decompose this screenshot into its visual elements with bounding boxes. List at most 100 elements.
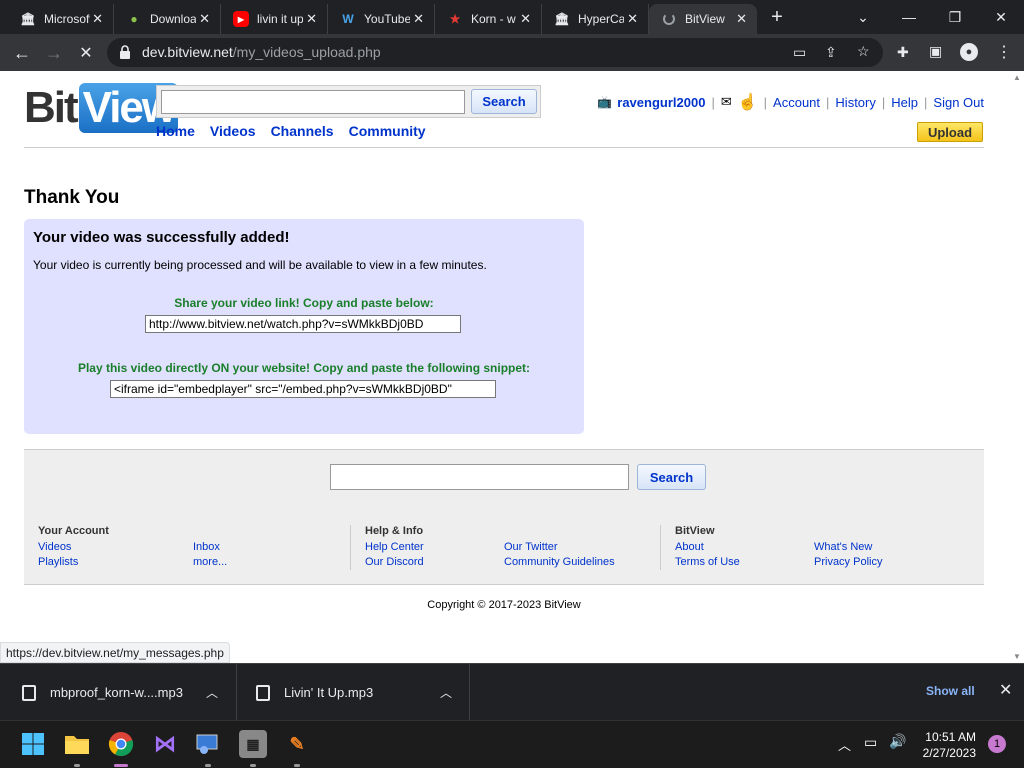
history-link[interactable]: History	[835, 95, 875, 110]
profile-avatar-icon[interactable]: ●	[960, 43, 978, 61]
url-text[interactable]: dev.bitview.net/my_videos_upload.php	[142, 44, 381, 60]
mail-icon[interactable]: ✉	[721, 94, 732, 110]
footer-search-button[interactable]: Search	[637, 464, 706, 490]
page-scrollbar[interactable]: ▲ ▼	[1011, 71, 1024, 663]
side-panel-icon[interactable]: ▣	[929, 43, 942, 60]
tab-download[interactable]: ● Download ✕	[114, 4, 221, 34]
chrome-icon[interactable]	[107, 730, 135, 758]
tab-microsoft[interactable]: 🏛 Microsoft ✕	[8, 4, 114, 34]
browser-tab-bar: 🏛 Microsoft ✕ ● Download ✕ ▶ livin it up…	[0, 0, 1024, 34]
footer-heading: Your Account	[38, 525, 109, 537]
close-icon[interactable]: ✕	[999, 680, 1012, 700]
search-button[interactable]: Search	[471, 89, 537, 114]
notification-badge[interactable]: 1	[988, 735, 1006, 753]
close-icon[interactable]: ✕	[627, 11, 638, 27]
footer-link-our-discord[interactable]: Our Discord	[365, 555, 424, 570]
stop-loading-icon[interactable]: ✕	[74, 41, 98, 65]
media-app-icon[interactable]: ✎	[283, 730, 311, 758]
close-icon[interactable]: ✕	[306, 11, 317, 27]
close-icon[interactable]: ✕	[199, 11, 210, 27]
help-link[interactable]: Help	[891, 95, 918, 110]
minimize-button[interactable]: —	[886, 0, 932, 34]
close-icon[interactable]: ✕	[736, 11, 747, 27]
tab-hypercam[interactable]: 🏛 HyperCam ✕	[542, 4, 649, 34]
volume-icon[interactable]: 🔊	[889, 733, 906, 750]
footer-link-our-twitter[interactable]: Our Twitter	[504, 540, 615, 555]
file-explorer-icon[interactable]	[63, 730, 91, 758]
taskbar-clock[interactable]: 10:51 AM 2/27/2023	[920, 729, 976, 761]
footer-link-about[interactable]: About	[675, 540, 740, 555]
remote-desktop-icon[interactable]	[194, 730, 222, 758]
tab-korn[interactable]: ★ Korn - w ✕	[435, 4, 542, 34]
new-tab-button[interactable]: +	[762, 0, 792, 34]
clock-date: 2/27/2023	[922, 746, 976, 760]
restore-button[interactable]: ❐	[932, 0, 978, 34]
window-close-button[interactable]: ✕	[978, 0, 1024, 34]
tab-youtube-livin[interactable]: ▶ livin it up ✕	[221, 4, 328, 34]
scroll-up-arrow-icon[interactable]: ▲	[1013, 73, 1021, 82]
footer-link-videos[interactable]: Videos	[38, 540, 109, 555]
footer-link-inbox[interactable]: Inbox	[193, 540, 227, 555]
menu-kebab-icon[interactable]: ⋮	[996, 42, 1012, 62]
username-link[interactable]: ravengurl2000	[617, 95, 705, 110]
tv-icon: 📺	[597, 95, 613, 109]
footer-link-playlists[interactable]: Playlists	[38, 555, 109, 570]
footer-link-more[interactable]: more...	[193, 555, 227, 570]
bookmark-star-icon[interactable]: ☆	[857, 43, 870, 60]
close-icon[interactable]: ✕	[413, 11, 424, 27]
footer: Search Your Account Videos Playlists Inb…	[24, 449, 984, 585]
windows-start-icon[interactable]	[19, 730, 47, 758]
bank-icon: 🏛	[554, 12, 570, 26]
running-indicator	[250, 764, 256, 767]
nav-home[interactable]: Home	[156, 123, 195, 139]
tab-youtube[interactable]: W YouTube ✕	[328, 4, 435, 34]
url-host: dev.bitview.net	[142, 44, 233, 60]
nav-channels[interactable]: Channels	[271, 123, 334, 139]
footer-link-terms[interactable]: Terms of Use	[675, 555, 740, 570]
close-icon[interactable]: ✕	[92, 11, 103, 27]
page-title: Thank You	[24, 187, 120, 208]
share-url-field[interactable]: http://www.bitview.net/watch.php?v=sWMkk…	[145, 315, 461, 333]
forward-arrow-icon[interactable]: →	[42, 41, 66, 65]
footer-link-community-guidelines[interactable]: Community Guidelines	[504, 555, 615, 570]
tab-search-icon[interactable]: ⌄	[840, 0, 886, 34]
network-icon[interactable]: ▭	[864, 734, 877, 751]
chevron-up-icon[interactable]: ︿	[440, 684, 452, 701]
extensions-puzzle-icon[interactable]: ✚	[897, 44, 909, 61]
footer-link-whats-new[interactable]: What's New	[814, 540, 882, 555]
cast-blocked-icon[interactable]: ▭	[793, 44, 806, 61]
footer-search-input[interactable]	[330, 464, 629, 490]
share-icon[interactable]: ⇪	[825, 44, 837, 61]
footer-help-info-col2: Our Twitter Community Guidelines	[504, 540, 615, 570]
upload-button[interactable]: Upload	[917, 122, 983, 142]
back-arrow-icon[interactable]: ←	[10, 41, 34, 65]
youtube-icon: ▶	[233, 11, 249, 27]
downloads-bar: mbproof_korn-w....mp3 ︿ Livin' It Up.mp3…	[0, 663, 1024, 721]
download-item[interactable]: mbproof_korn-w....mp3 ︿	[22, 664, 234, 721]
scroll-down-arrow-icon[interactable]: ▼	[1013, 652, 1021, 661]
footer-link-privacy[interactable]: Privacy Policy	[814, 555, 882, 570]
footer-help-info: Help & Info Help Center Our Discord	[365, 525, 424, 570]
embed-code-field[interactable]: <iframe id="embedplayer" src="/embed.php…	[110, 380, 496, 398]
account-link[interactable]: Account	[773, 95, 820, 110]
footer-your-account-col2: Inbox more...	[193, 540, 227, 570]
nav-videos[interactable]: Videos	[210, 123, 256, 139]
address-bar[interactable]: dev.bitview.net/my_videos_upload.php ▭ ⇪…	[107, 38, 883, 67]
sign-out-link[interactable]: Sign Out	[933, 95, 984, 110]
bank-icon: 🏛	[20, 12, 36, 26]
search-input[interactable]	[161, 90, 465, 114]
nav-community[interactable]: Community	[349, 123, 426, 139]
close-icon[interactable]: ✕	[520, 11, 531, 27]
tab-title: Microsoft	[44, 12, 90, 26]
footer-heading: Help & Info	[365, 525, 424, 537]
show-all-button[interactable]: Show all	[926, 684, 975, 698]
download-divider	[236, 664, 237, 721]
visual-studio-icon[interactable]: ⋈	[151, 730, 179, 758]
footer-link-help-center[interactable]: Help Center	[365, 540, 424, 555]
hypercam-icon[interactable]: ▦	[239, 730, 267, 758]
download-item[interactable]: Livin' It Up.mp3 ︿	[256, 664, 468, 721]
tab-bitview[interactable]: BitView ✕	[649, 4, 757, 34]
chevron-up-icon[interactable]: ︿	[206, 684, 218, 701]
chevron-up-icon[interactable]: ︿	[838, 735, 851, 754]
tab-title: YouTube	[364, 12, 410, 26]
